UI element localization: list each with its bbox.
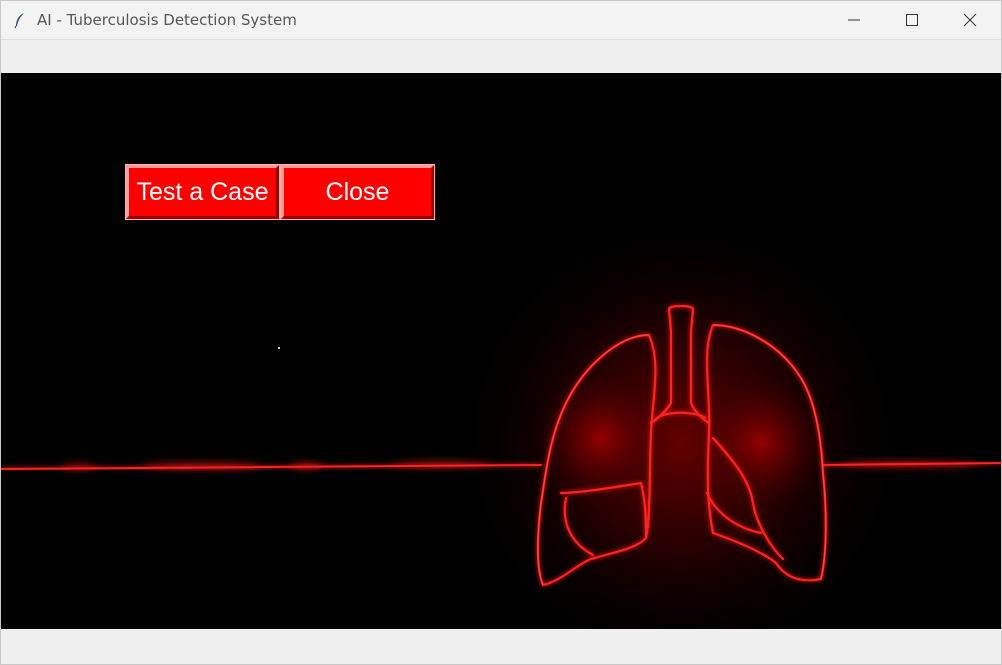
minimize-icon: [848, 19, 860, 21]
feather-icon: [14, 13, 24, 29]
stray-pixel: [278, 347, 280, 349]
title-bar[interactable]: AI - Tuberculosis Detection System: [1, 1, 1001, 39]
minimize-button[interactable]: [825, 1, 883, 39]
maximize-icon: [906, 14, 918, 26]
window-title: AI - Tuberculosis Detection System: [37, 11, 297, 29]
close-button[interactable]: Close: [280, 164, 435, 220]
close-icon: [963, 13, 977, 27]
app-window: AI - Tuberculosis Detection System Test …: [0, 0, 1002, 665]
test-a-case-button[interactable]: Test a Case: [125, 164, 280, 220]
main-canvas: Test a Case Close: [1, 73, 1001, 629]
close-window-button[interactable]: [941, 1, 999, 39]
lungs-illustration: [1, 233, 1001, 629]
maximize-button[interactable]: [883, 1, 941, 39]
status-bar: [1, 629, 1001, 664]
menu-bar: [1, 39, 1001, 73]
